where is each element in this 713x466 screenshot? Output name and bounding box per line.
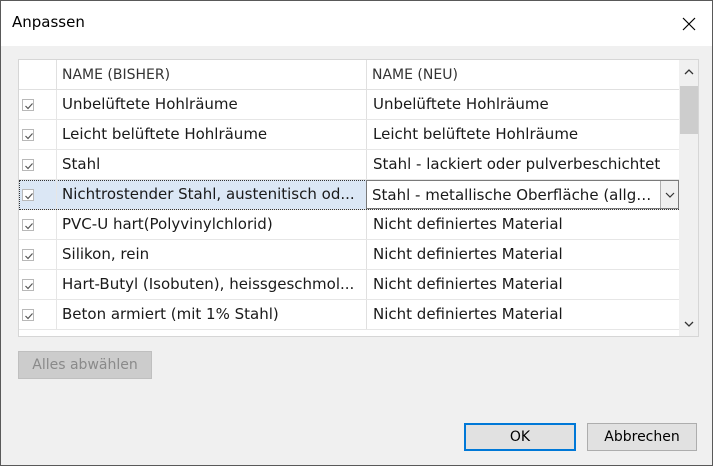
dropdown-toggle[interactable] xyxy=(660,181,678,208)
chevron-down-icon xyxy=(684,321,694,327)
old-name-cell: Hart-Butyl (Isobuten), heissgeschmol... xyxy=(62,275,355,293)
dropdown-selected-value: Stahl - metallische Oberfläche (allge... xyxy=(372,186,657,204)
table-row[interactable]: Stahl Stahl - lackiert oder pulverbeschi… xyxy=(19,150,679,180)
table-row[interactable]: Silikon, rein Nicht definiertes Material xyxy=(19,240,679,270)
checkmark-icon xyxy=(25,313,33,320)
scrollbar-thumb[interactable] xyxy=(680,86,698,134)
checkmark-icon xyxy=(25,283,33,290)
close-icon xyxy=(682,17,696,30)
new-name-cell[interactable]: Unbelüftete Hohlräume xyxy=(366,90,679,119)
chevron-up-icon xyxy=(684,69,694,75)
old-name-cell: Unbelüftete Hohlräume xyxy=(62,95,238,113)
table-row[interactable]: PVC-U hart(Polyvinylchlorid) Nicht defin… xyxy=(19,210,679,240)
table-row[interactable]: Beton armiert (mit 1% Stahl) Nicht defin… xyxy=(19,300,679,330)
checkmark-icon xyxy=(25,163,33,170)
new-name-dropdown[interactable]: Stahl - metallische Oberfläche (allge... xyxy=(366,180,679,209)
new-name-cell[interactable]: Nicht definiertes Material xyxy=(366,270,679,299)
row-checkbox[interactable] xyxy=(22,159,34,171)
scroll-up-button[interactable] xyxy=(679,60,698,84)
column-header-new-name[interactable]: NAME (NEU) xyxy=(366,60,679,90)
row-checkbox[interactable] xyxy=(22,129,34,141)
checkmark-icon xyxy=(25,103,33,110)
old-name-cell: Leicht belüftete Hohlräume xyxy=(62,125,268,143)
mapping-grid[interactable]: NAME (BISHER) NAME (NEU) Unbelüftete Hoh… xyxy=(18,59,699,337)
checkmark-icon xyxy=(25,133,33,140)
row-checkbox[interactable] xyxy=(22,99,34,111)
grid-header: NAME (BISHER) NAME (NEU) xyxy=(19,60,679,90)
dialog-window: Anpassen NAME (BISHER) NAME (NEU) Unbelü… xyxy=(0,0,713,466)
old-name-cell: Silikon, rein xyxy=(62,245,150,263)
deselect-all-button[interactable]: Alles abwählen xyxy=(18,351,152,379)
table-row[interactable]: Leicht belüftete Hohlräume Leicht belüft… xyxy=(19,120,679,150)
old-name-cell: PVC-U hart(Polyvinylchlorid) xyxy=(62,215,273,233)
new-name-cell[interactable]: Stahl - lackiert oder pulverbeschichtet xyxy=(366,150,679,179)
checkmark-icon xyxy=(25,193,33,200)
title-bar: Anpassen xyxy=(1,1,712,46)
old-name-cell: Nichtrostender Stahl, austenitisch od... xyxy=(62,185,355,203)
row-checkbox[interactable] xyxy=(22,219,34,231)
scroll-down-button[interactable] xyxy=(679,312,698,336)
ok-button[interactable]: OK xyxy=(464,423,576,451)
row-checkbox[interactable] xyxy=(22,189,34,201)
new-name-cell[interactable]: Nicht definiertes Material xyxy=(366,300,679,329)
table-row[interactable]: Unbelüftete Hohlräume Unbelüftete Hohlrä… xyxy=(19,90,679,120)
old-name-cell: Beton armiert (mit 1% Stahl) xyxy=(62,305,279,323)
new-name-cell[interactable]: Leicht belüftete Hohlräume xyxy=(366,120,679,149)
table-row-selected[interactable]: Nichtrostender Stahl, austenitisch od...… xyxy=(19,180,679,210)
chevron-down-icon xyxy=(665,192,674,198)
row-checkbox[interactable] xyxy=(22,309,34,321)
new-name-cell[interactable]: Nicht definiertes Material xyxy=(366,240,679,269)
close-button[interactable] xyxy=(666,1,712,46)
new-name-cell[interactable]: Nicht definiertes Material xyxy=(366,210,679,239)
cancel-button[interactable]: Abbrechen xyxy=(587,423,697,451)
checkmark-icon xyxy=(25,253,33,260)
column-header-old-name[interactable]: NAME (BISHER) xyxy=(56,60,366,90)
vertical-scrollbar[interactable] xyxy=(679,60,698,336)
old-name-cell: Stahl xyxy=(62,155,101,173)
row-checkbox[interactable] xyxy=(22,279,34,291)
row-checkbox[interactable] xyxy=(22,249,34,261)
dialog-title: Anpassen xyxy=(12,13,85,31)
table-row[interactable]: Hart-Butyl (Isobuten), heissgeschmol... … xyxy=(19,270,679,300)
checkmark-icon xyxy=(25,223,33,230)
